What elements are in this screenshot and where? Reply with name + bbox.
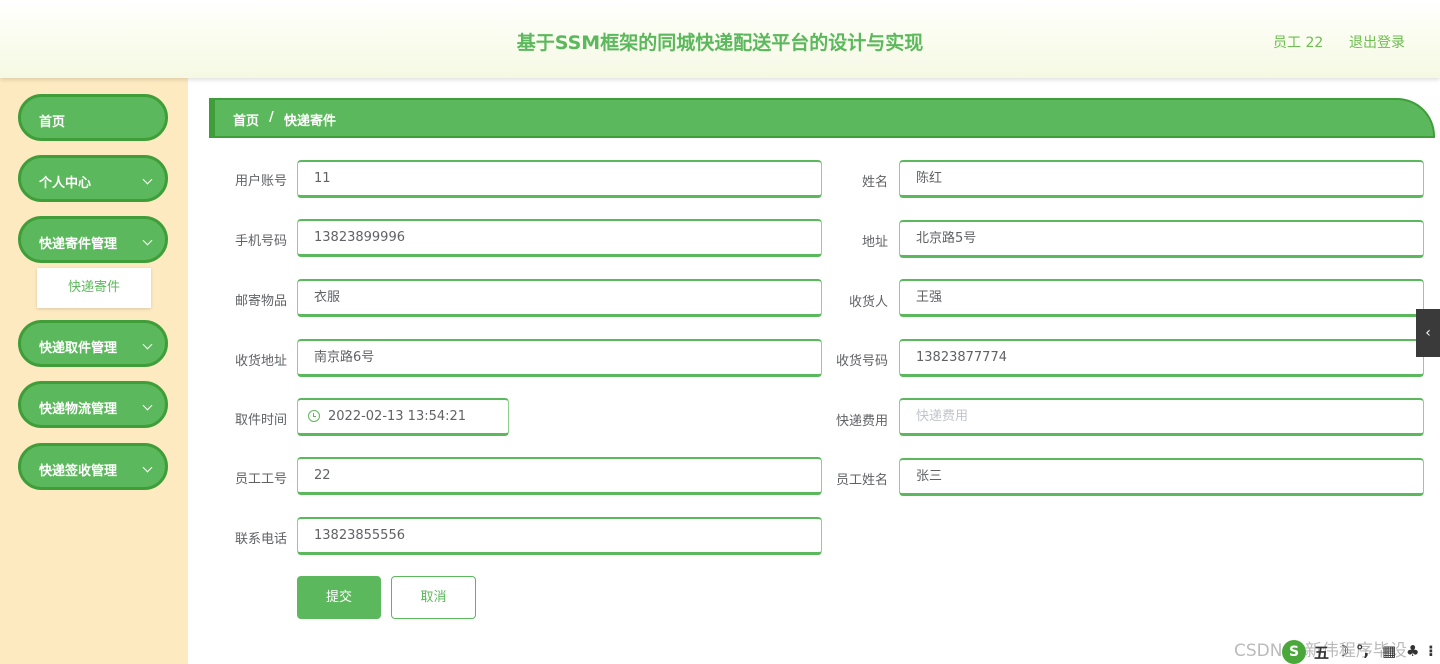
sidebar-item-label: 快递寄件管理	[39, 237, 118, 252]
punctuation-icon[interactable]: °,	[1356, 642, 1369, 660]
logout-link[interactable]: 退出登录	[1349, 32, 1405, 52]
pickup-time-picker[interactable]: 2022-02-13 13:54:21	[297, 398, 509, 436]
submit-button[interactable]: 提交	[297, 576, 381, 619]
chevron-down-icon	[142, 174, 153, 185]
receiver-address-field[interactable]: 南京路6号	[297, 339, 822, 377]
submenu-item-send-express[interactable]: 快递寄件	[37, 268, 151, 308]
current-user-label: 员工 22	[1273, 35, 1324, 51]
breadcrumb-separator: /	[269, 110, 274, 125]
ime-mode-icon[interactable]: 五	[1314, 642, 1329, 663]
staff-name-field[interactable]: 张三	[899, 458, 1424, 496]
phone-label: 手机号码	[234, 234, 287, 249]
receiver-phone-field[interactable]: 13823877774	[899, 339, 1424, 377]
sidebar-item-signoff-management[interactable]: 快递签收管理	[18, 443, 168, 490]
sidebar-item-label: 快递取件管理	[39, 341, 118, 356]
user-account-label: 用户账号	[234, 174, 287, 189]
chevron-left-icon: ‹	[1425, 325, 1431, 341]
address-label: 地址	[861, 235, 888, 250]
sidebar: 首页 个人中心 快递寄件管理 快递取件管理 快递物流管理 快递签收管理	[0, 78, 188, 664]
ime-toolbar: S 五 ☽ °, ▦ ♣ ⁝	[1282, 640, 1440, 664]
item-field[interactable]: 衣服	[297, 279, 822, 317]
top-header: 基于SSM框架的同城快递配送平台的设计与实现 员工 22 退出登录	[0, 0, 1440, 78]
sidebar-item-home[interactable]: 首页	[18, 94, 168, 141]
app-title: 基于SSM框架的同城快递配送平台的设计与实现	[516, 32, 924, 54]
keyboard-icon[interactable]: ▦	[1382, 642, 1396, 660]
name-label: 姓名	[861, 175, 888, 190]
staff-name-label: 员工姓名	[835, 473, 888, 488]
receiver-phone-label: 收货号码	[835, 354, 888, 369]
chevron-down-icon	[142, 339, 153, 350]
receiver-field[interactable]: 王强	[899, 279, 1424, 317]
sidebar-item-personal-center[interactable]: 个人中心	[18, 155, 168, 202]
cancel-button[interactable]: 取消	[391, 576, 476, 619]
receiver-label: 收货人	[848, 295, 888, 310]
fee-input[interactable]	[899, 398, 1424, 436]
name-field[interactable]: 陈红	[899, 160, 1424, 198]
sidebar-item-pickup-management[interactable]: 快递取件管理	[18, 320, 168, 367]
phone-field[interactable]: 13823899996	[297, 219, 822, 257]
moon-icon[interactable]: ☽	[1336, 642, 1349, 660]
sidebar-item-label: 快递物流管理	[39, 402, 118, 417]
sidebar-item-logistics-management[interactable]: 快递物流管理	[18, 381, 168, 428]
chevron-down-icon	[142, 462, 153, 473]
more-icon[interactable]: ⁝	[1428, 642, 1434, 660]
receiver-address-label: 收货地址	[234, 354, 287, 369]
contact-phone-field[interactable]: 13823855556	[297, 517, 822, 555]
chevron-down-icon	[142, 400, 153, 411]
user-account-field[interactable]: 11	[297, 160, 822, 198]
staff-id-label: 员工工号	[234, 472, 287, 487]
sidebar-item-send-management[interactable]: 快递寄件管理	[18, 216, 168, 263]
breadcrumb: 首页 / 快递寄件	[209, 98, 1435, 138]
breadcrumb-current: 快递寄件	[284, 114, 337, 129]
breadcrumb-home[interactable]: 首页	[233, 110, 259, 129]
skin-icon[interactable]: ♣	[1406, 642, 1419, 660]
address-field[interactable]: 北京路5号	[899, 220, 1424, 258]
sidebar-item-label: 快递签收管理	[39, 464, 118, 479]
fee-label: 快递费用	[835, 414, 888, 429]
sidebar-item-label: 首页	[39, 115, 66, 130]
contact-phone-label: 联系电话	[234, 532, 287, 547]
chevron-down-icon	[142, 235, 153, 246]
staff-id-field[interactable]: 22	[297, 457, 822, 495]
item-label: 邮寄物品	[234, 294, 287, 309]
clock-icon	[308, 410, 320, 422]
ime-logo-icon[interactable]: S	[1282, 640, 1306, 664]
pickup-time-value: 2022-02-13 13:54:21	[328, 409, 467, 424]
side-panel-toggle[interactable]: ‹	[1416, 309, 1440, 357]
pickup-time-label: 取件时间	[234, 413, 287, 428]
sidebar-item-label: 个人中心	[39, 176, 92, 191]
